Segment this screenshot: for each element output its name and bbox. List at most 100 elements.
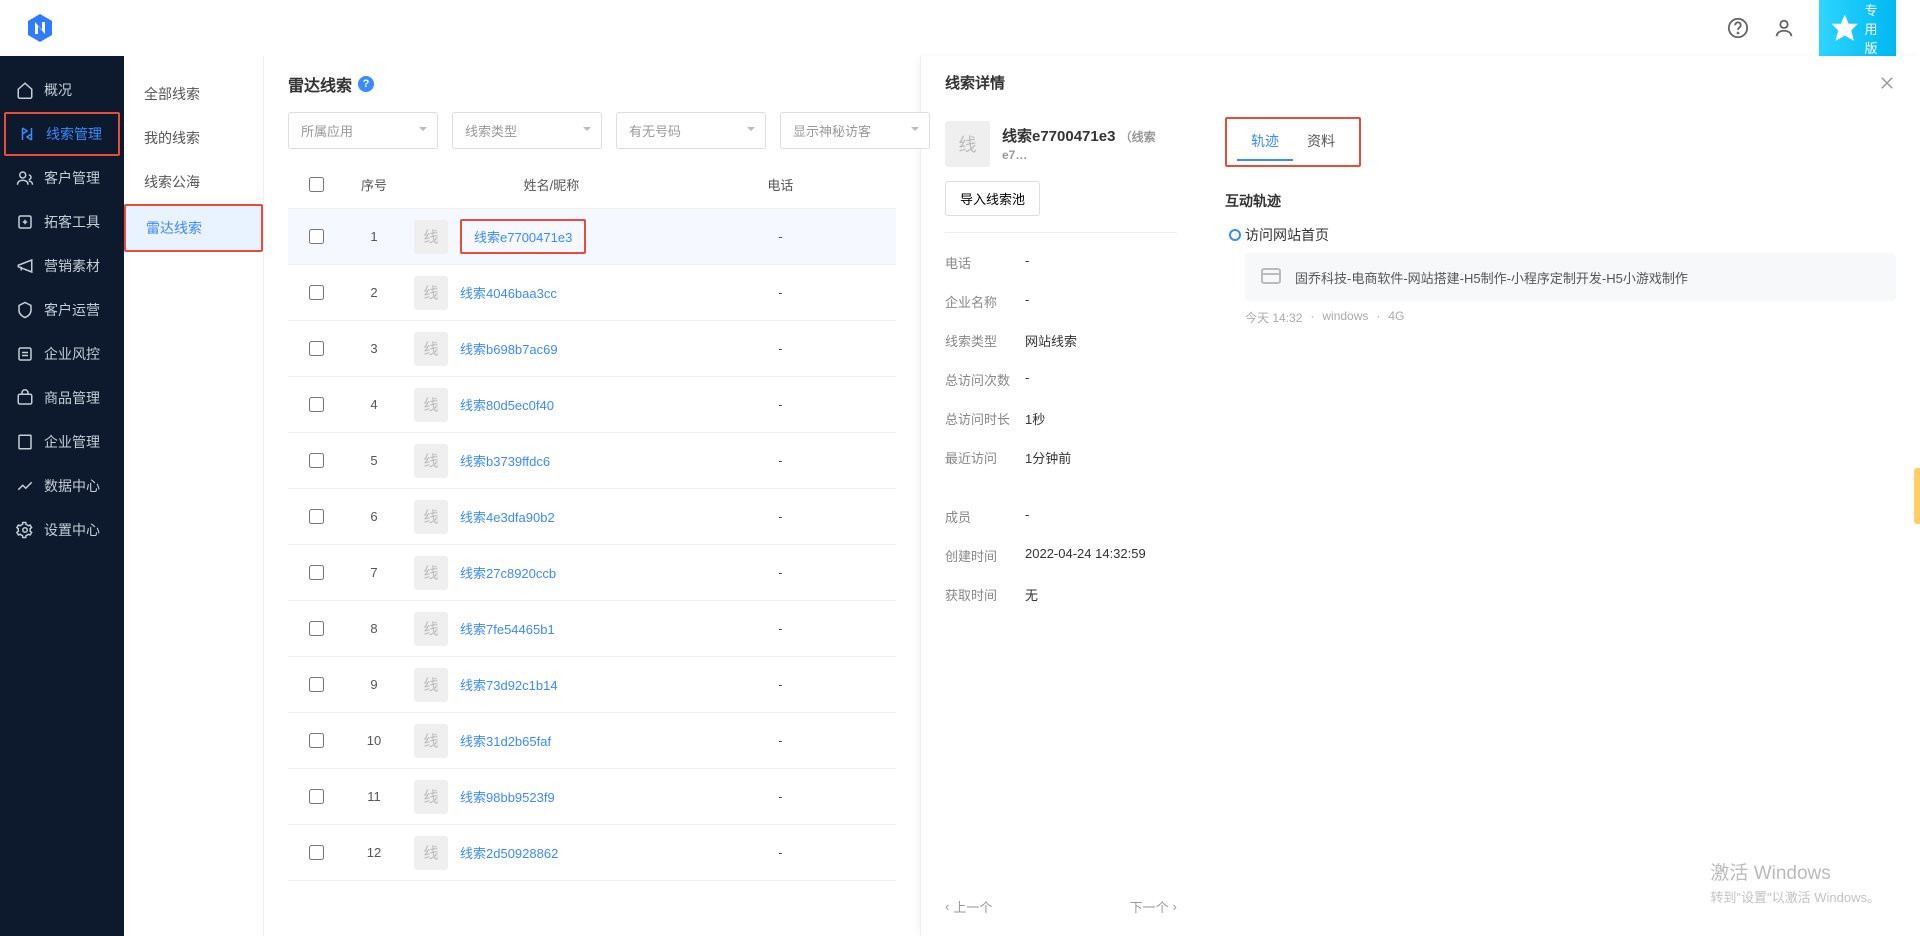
- mainnav-item-settings[interactable]: 设置中心: [0, 508, 124, 552]
- mainnav-item-enterprise[interactable]: 企业管理: [0, 420, 124, 464]
- expand-icon: [16, 213, 34, 231]
- row-checkbox[interactable]: [309, 229, 324, 244]
- lead-name-link[interactable]: 线索2d50928862: [460, 843, 558, 862]
- lead-name-link[interactable]: 线索b3739ffdc6: [460, 451, 550, 470]
- mainnav-item-leads[interactable]: 线索管理: [4, 112, 120, 156]
- row-phone: -: [689, 397, 872, 412]
- lead-badge: 线: [414, 388, 448, 422]
- row-checkbox[interactable]: [309, 789, 324, 804]
- info-value: -: [1025, 507, 1029, 526]
- col-phone: 电话: [689, 175, 872, 194]
- row-phone: -: [689, 453, 872, 468]
- help-badge-icon[interactable]: ?: [358, 76, 374, 92]
- row-phone: -: [689, 509, 872, 524]
- timeline-card[interactable]: 固乔科技-电商软件-网站搭建-H5制作-小程序定制开发-H5小游戏制作: [1245, 253, 1896, 301]
- lead-name-link[interactable]: 线索73d92c1b14: [460, 675, 558, 694]
- row-checkbox[interactable]: [309, 733, 324, 748]
- enterprise-icon: [16, 433, 34, 451]
- subnav-item-radar[interactable]: 雷达线索: [124, 204, 263, 252]
- tab-track[interactable]: 轨迹: [1237, 123, 1293, 161]
- lead-name-link[interactable]: 线索7fe54465b1: [460, 619, 555, 638]
- next-lead-button[interactable]: 下一个 ›: [1130, 897, 1177, 916]
- row-checkbox[interactable]: [309, 341, 324, 356]
- lead-name-link[interactable]: 线索80d5ec0f40: [460, 395, 554, 414]
- row-index: 2: [344, 285, 404, 300]
- lead-badge: 线: [414, 444, 448, 478]
- table-row[interactable]: 12线线索2d50928862-: [288, 825, 896, 881]
- table-row[interactable]: 1线线索e7700471e3-: [288, 209, 896, 265]
- info-row: 最近访问1分钟前: [945, 438, 1177, 477]
- filter-show-mystery[interactable]: 显示神秘访客: [780, 112, 930, 149]
- prev-lead-button[interactable]: ‹ 上一个: [945, 897, 992, 916]
- subnav-item-all[interactable]: 全部线索: [124, 72, 263, 116]
- table-row[interactable]: 11线线索98bb9523f9-: [288, 769, 896, 825]
- lead-name-link[interactable]: 线索b698b7ac69: [460, 339, 558, 358]
- col-index: 序号: [344, 175, 404, 194]
- info-row: 电话-: [945, 243, 1177, 282]
- row-checkbox[interactable]: [309, 845, 324, 860]
- lead-avatar: 线: [945, 121, 990, 167]
- side-handle[interactable]: [1914, 468, 1920, 524]
- topbar: 专用版: [0, 0, 1920, 56]
- table-row[interactable]: 6线线索4e3dfa90b2-: [288, 489, 896, 545]
- table-row[interactable]: 2线线索4046baa3cc-: [288, 265, 896, 321]
- info-label: 成员: [945, 507, 1025, 526]
- mainnav-item-customer[interactable]: 客户管理: [0, 156, 124, 200]
- row-checkbox[interactable]: [309, 565, 324, 580]
- row-checkbox[interactable]: [309, 509, 324, 524]
- settings-icon: [16, 521, 34, 539]
- select-all-checkbox[interactable]: [309, 177, 324, 192]
- detail-tabs: 轨迹资料: [1225, 117, 1361, 167]
- lead-badge: 线: [414, 276, 448, 310]
- drawer-left: 线 线索e7700471e3 （线索e7… 导入线索池 电话-企业名称-线索类型…: [921, 109, 1201, 936]
- subnav-item-my[interactable]: 我的线索: [124, 116, 263, 160]
- row-index: 12: [344, 845, 404, 860]
- col-name: 姓名/昵称: [404, 175, 689, 194]
- filter-app[interactable]: 所属应用: [288, 112, 438, 149]
- timeline-event-title: 访问网站首页: [1245, 225, 1896, 245]
- row-checkbox[interactable]: [309, 453, 324, 468]
- table-row[interactable]: 5线线索b3739ffdc6 -: [288, 433, 896, 489]
- mainnav-item-ops[interactable]: 客户运营: [0, 288, 124, 332]
- row-checkbox[interactable]: [309, 677, 324, 692]
- page-title: 雷达线索 ?: [264, 72, 920, 112]
- close-icon[interactable]: [1878, 74, 1896, 92]
- help-icon[interactable]: [1727, 17, 1749, 39]
- mainnav-item-marketing[interactable]: 营销素材: [0, 244, 124, 288]
- lead-name-link[interactable]: 线索98bb9523f9: [460, 787, 555, 806]
- user-icon[interactable]: [1773, 17, 1795, 39]
- mainnav-item-risk[interactable]: 企业风控: [0, 332, 124, 376]
- mainnav-item-overview[interactable]: 概况: [0, 68, 124, 112]
- mainnav-item-data[interactable]: 数据中心: [0, 464, 124, 508]
- lead-name-link[interactable]: 线索31d2b65faf: [460, 731, 551, 750]
- lead-name-link[interactable]: 线索4046baa3cc: [460, 283, 557, 302]
- row-checkbox[interactable]: [309, 621, 324, 636]
- info-row: 总访问时长1秒: [945, 399, 1177, 438]
- info-value: 1分钟前: [1025, 448, 1071, 467]
- table-header: 序号 姓名/昵称 电话: [288, 161, 896, 209]
- mainnav-item-expand[interactable]: 拓客工具: [0, 200, 124, 244]
- import-lead-button[interactable]: 导入线索池: [945, 181, 1040, 216]
- row-index: 7: [344, 565, 404, 580]
- filter-type[interactable]: 线索类型: [452, 112, 602, 149]
- table-row[interactable]: 3线线索b698b7ac69-: [288, 321, 896, 377]
- lead-name-link[interactable]: 线索4e3dfa90b2: [460, 507, 555, 526]
- lead-badge: 线: [414, 500, 448, 534]
- info-value: 1秒: [1025, 409, 1045, 428]
- mainnav-item-goods[interactable]: 商品管理: [0, 376, 124, 420]
- table-row[interactable]: 8线线索7fe54465b1-: [288, 601, 896, 657]
- row-checkbox[interactable]: [309, 397, 324, 412]
- row-index: 8: [344, 621, 404, 636]
- lead-name-link[interactable]: 线索27c8920ccb: [460, 563, 556, 582]
- subnav-item-pool[interactable]: 线索公海: [124, 160, 263, 204]
- row-index: 5: [344, 453, 404, 468]
- lead-name-link[interactable]: 线索e7700471e3: [460, 219, 586, 254]
- row-checkbox[interactable]: [309, 285, 324, 300]
- table-row[interactable]: 7线线索27c8920ccb-: [288, 545, 896, 601]
- table-row[interactable]: 10线线索31d2b65faf-: [288, 713, 896, 769]
- row-phone: -: [689, 733, 872, 748]
- tab-profile[interactable]: 资料: [1293, 123, 1349, 161]
- filter-has-phone[interactable]: 有无号码: [616, 112, 766, 149]
- table-row[interactable]: 4线线索80d5ec0f40-: [288, 377, 896, 433]
- table-row[interactable]: 9线线索73d92c1b14-: [288, 657, 896, 713]
